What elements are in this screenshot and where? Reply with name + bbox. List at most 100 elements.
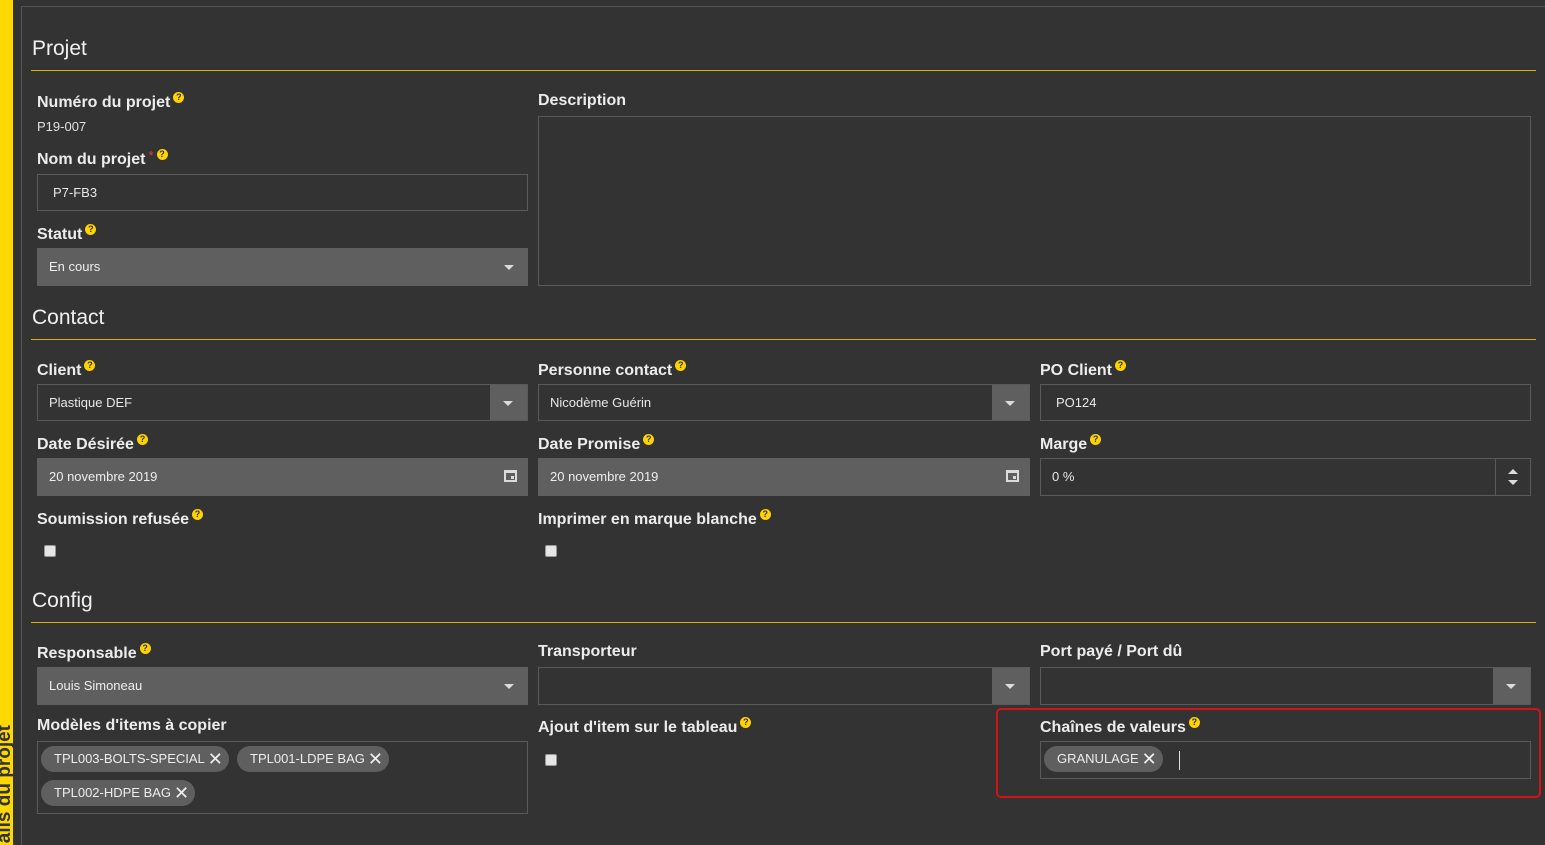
- numero-projet-value: P19-007: [37, 119, 87, 134]
- tag-label: TPL003-BOLTS-SPECIAL: [54, 751, 205, 766]
- section-divider: [31, 70, 1536, 71]
- panel-border-top: [21, 6, 1545, 7]
- section-divider: [31, 339, 1536, 340]
- tag-label: TPL002-HDPE BAG: [54, 785, 172, 800]
- numero-projet-label: Numéro du projet?: [37, 92, 185, 112]
- ajout-item-tableau-checkbox[interactable]: [545, 754, 557, 766]
- port-paye-select[interactable]: [1040, 667, 1531, 705]
- spinner-arrows-icon[interactable]: [1495, 459, 1530, 495]
- responsable-select[interactable]: Louis Simoneau: [37, 667, 528, 705]
- help-icon[interactable]: ?: [643, 434, 655, 445]
- spinner-up-icon[interactable]: [1508, 469, 1518, 474]
- close-icon[interactable]: ✕: [368, 746, 383, 772]
- responsable-selected-value: Louis Simoneau: [49, 678, 143, 693]
- soumission-refusee-label: Soumission refusée?: [37, 509, 204, 529]
- help-icon[interactable]: ?: [675, 360, 687, 371]
- nom-projet-input[interactable]: P7-FB3: [37, 174, 528, 211]
- responsable-label-text: Responsable: [37, 645, 137, 662]
- imprimer-marque-blanche-label: Imprimer en marque blanche?: [538, 509, 771, 529]
- client-select[interactable]: Plastique DEF: [37, 384, 528, 421]
- date-promise-label: Date Promise?: [538, 434, 655, 454]
- section-divider: [31, 622, 1536, 623]
- soumission-refusee-label-text: Soumission refusée: [37, 511, 190, 528]
- soumission-refusee-checkbox[interactable]: [44, 545, 56, 557]
- description-textarea[interactable]: [538, 116, 1531, 286]
- port-paye-dropdown-button[interactable]: [1493, 668, 1530, 704]
- tag-chip: TPL003-BOLTS-SPECIAL ✕: [41, 746, 229, 772]
- client-label-text: Client: [37, 362, 82, 379]
- personne-contact-select[interactable]: Nicodème Guérin: [538, 384, 1030, 421]
- marge-input[interactable]: 0 %: [1040, 458, 1531, 496]
- marge-label-text: Marge: [1040, 436, 1088, 453]
- help-icon[interactable]: ?: [156, 149, 168, 160]
- statut-label: Statut?: [37, 224, 97, 244]
- client-label: Client?: [37, 360, 96, 380]
- personne-contact-dropdown-button[interactable]: [992, 385, 1029, 420]
- po-client-input[interactable]: PO124: [1040, 384, 1531, 421]
- modeles-items-label: Modèles d'items à copier: [37, 717, 227, 734]
- personne-contact-label-text: Personne contact: [538, 362, 673, 379]
- required-marker: *: [148, 148, 154, 163]
- chevron-down-icon: [504, 265, 514, 270]
- chaines-valeurs-label-text: Chaînes de valeurs: [1040, 719, 1186, 736]
- tag-label: GRANULAGE: [1057, 751, 1139, 766]
- date-desiree-label: Date Désirée?: [37, 434, 148, 454]
- transporteur-label: Transporteur: [538, 643, 637, 660]
- statut-select[interactable]: En cours: [37, 248, 528, 286]
- help-icon[interactable]: ?: [136, 434, 148, 445]
- chevron-down-icon: [503, 401, 513, 406]
- help-icon[interactable]: ?: [1115, 360, 1127, 371]
- imprimer-marque-blanche-label-text: Imprimer en marque blanche: [538, 511, 757, 528]
- client-selected-value: Plastique DEF: [49, 395, 133, 410]
- close-icon[interactable]: ✕: [174, 780, 189, 806]
- statut-label-text: Statut: [37, 226, 83, 243]
- help-icon[interactable]: ?: [740, 717, 752, 728]
- help-icon[interactable]: ?: [192, 509, 204, 520]
- calendar-icon[interactable]: [1006, 470, 1019, 482]
- personne-contact-label: Personne contact?: [538, 360, 687, 380]
- side-tab[interactable]: ails du projet: [0, 0, 13, 845]
- chevron-down-icon: [1005, 684, 1015, 689]
- help-icon[interactable]: ?: [84, 360, 96, 371]
- ajout-item-tableau-label: Ajout d'item sur le tableau?: [538, 717, 752, 737]
- description-label: Description: [538, 92, 627, 109]
- numero-projet-label-text: Numéro du projet: [37, 94, 171, 111]
- help-icon[interactable]: ?: [1090, 434, 1102, 445]
- close-icon[interactable]: ✕: [208, 746, 223, 772]
- personne-contact-selected-value: Nicodème Guérin: [550, 395, 652, 410]
- side-tab-label: ails du projet: [0, 724, 13, 843]
- help-icon[interactable]: ?: [85, 224, 97, 235]
- responsable-label: Responsable?: [37, 643, 151, 663]
- nom-projet-label: Nom du projet *?: [37, 148, 168, 169]
- port-paye-label: Port payé / Port dû: [1040, 643, 1183, 660]
- close-icon[interactable]: ✕: [1142, 746, 1157, 772]
- transporteur-dropdown-button[interactable]: [992, 668, 1029, 704]
- statut-selected-value: En cours: [49, 259, 101, 274]
- tag-chip: TPL002-HDPE BAG ✕: [41, 780, 196, 806]
- section-title-config: Config: [32, 589, 93, 612]
- tag-label: TPL001-LDPE BAG: [250, 751, 365, 766]
- help-icon[interactable]: ?: [1188, 717, 1200, 728]
- po-client-label: PO Client?: [1040, 360, 1127, 380]
- section-title-contact: Contact: [32, 306, 105, 329]
- date-promise-input[interactable]: 20 novembre 2019: [538, 458, 1030, 496]
- date-promise-label-text: Date Promise: [538, 436, 641, 453]
- tag-chip: TPL001-LDPE BAG ✕: [237, 746, 389, 772]
- marge-label: Marge?: [1040, 434, 1102, 454]
- chaines-valeurs-label: Chaînes de valeurs?: [1040, 717, 1200, 737]
- chevron-down-icon: [1506, 684, 1516, 689]
- help-icon[interactable]: ?: [759, 509, 771, 520]
- imprimer-marque-blanche-checkbox[interactable]: [545, 545, 557, 557]
- help-icon[interactable]: ?: [139, 643, 151, 654]
- spinner-down-icon[interactable]: [1508, 480, 1518, 485]
- ajout-item-tableau-label-text: Ajout d'item sur le tableau: [538, 719, 738, 736]
- tag-chip: GRANULAGE ✕: [1044, 746, 1163, 772]
- date-desiree-label-text: Date Désirée: [37, 436, 134, 453]
- transporteur-select[interactable]: [538, 667, 1030, 705]
- calendar-icon[interactable]: [504, 470, 517, 482]
- help-icon[interactable]: ?: [173, 92, 185, 103]
- po-client-label-text: PO Client: [1040, 362, 1113, 379]
- client-dropdown-button[interactable]: [490, 385, 527, 420]
- date-desiree-input[interactable]: 20 novembre 2019: [37, 458, 528, 496]
- chevron-down-icon: [1005, 401, 1015, 406]
